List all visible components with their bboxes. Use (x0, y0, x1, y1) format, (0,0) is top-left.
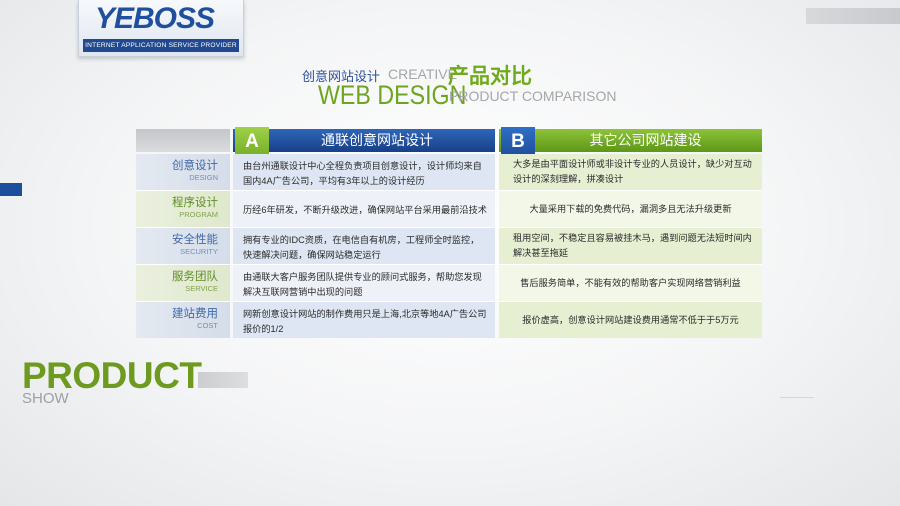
cell-b: 售后服务简单，不能有效的帮助客户实现网络营销利益 (499, 265, 762, 301)
row-label: 创意设计 DESIGN (136, 154, 230, 190)
row-label-cn: 安全性能 (172, 234, 218, 246)
column-title-b: 其它公司网站建设 (589, 132, 702, 148)
row-label-en: SECURITY (180, 247, 218, 256)
table-row: 程序设计 PROGRAM 历经6年研发，不断升级改进，确保网站平台采用最前沿技术… (136, 191, 762, 227)
cell-b: 报价虚高，创意设计网站建设费用通常不低于于5万元 (499, 302, 762, 338)
row-label-en: SERVICE (185, 284, 218, 293)
row-label-cn: 程序设计 (172, 197, 218, 209)
column-header-b: 其它公司网站建设 (499, 129, 762, 152)
row-label-cn: 创意设计 (172, 160, 218, 172)
cell-a: 网新创意设计网站的制作费用只是上海,北京等地4A广告公司报价的1/2 (233, 302, 495, 338)
cell-a: 拥有专业的IDC资质，在电信自有机房，工程师全时监控，快速解决问题，确保网站稳定… (233, 228, 495, 264)
comparison-table: 通联创意网站设计 其它公司网站建设 A B 创意设计 DESIGN 由台州通联设… (136, 127, 762, 342)
column-title-a: 通联创意网站设计 (321, 132, 433, 148)
table-row: 创意设计 DESIGN 由台州通联设计中心全程负责项目创意设计，设计师均来自国内… (136, 154, 762, 190)
row-label: 程序设计 PROGRAM (136, 191, 230, 227)
table-corner (136, 129, 230, 152)
heading-en-web-design: WEB DESIGN (318, 80, 467, 110)
decorative-bar (198, 372, 248, 388)
page-heading: 创意网站设计 CREATIVE 产品对比 WEB DESIGN PRODUCT … (0, 0, 900, 110)
cell-b: 租用空间，不稳定且容易被挂木马，遇到问题无法短时间内解决甚至拖延 (499, 228, 762, 264)
heading-en-product-comparison: PRODUCT COMPARISON (449, 88, 617, 104)
table-row: 建站费用 COST 网新创意设计网站的制作费用只是上海,北京等地4A广告公司报价… (136, 302, 762, 338)
cell-a: 由台州通联设计中心全程负责项目创意设计，设计师均来自国内4A广告公司，平均有3年… (233, 154, 495, 190)
row-label-en: COST (197, 321, 218, 330)
decorative-line (780, 397, 814, 398)
row-label: 建站费用 COST (136, 302, 230, 338)
cell-a: 由通联大客户服务团队提供专业的顾问式服务，帮助您发现解决互联网营销中出现的问题 (233, 265, 495, 301)
table-row: 安全性能 SECURITY 拥有专业的IDC资质，在电信自有机房，工程师全时监控… (136, 228, 762, 264)
row-label-en: PROGRAM (179, 210, 218, 219)
row-label: 服务团队 SERVICE (136, 265, 230, 301)
row-label-cn: 服务团队 (172, 271, 218, 283)
row-label-cn: 建站费用 (172, 308, 218, 320)
column-header-a: 通联创意网站设计 (233, 129, 495, 152)
decorative-square (0, 183, 22, 196)
cell-b: 大量采用下载的免费代码，漏洞多且无法升级更新 (499, 191, 762, 227)
cell-b: 大多是由平面设计师或非设计专业的人员设计，缺少对互动设计的深刻理解，拼凑设计 (499, 154, 762, 190)
table-row: 服务团队 SERVICE 由通联大客户服务团队提供专业的顾问式服务，帮助您发现解… (136, 265, 762, 301)
row-label-en: DESIGN (189, 173, 218, 182)
show-subtitle: SHOW (22, 390, 69, 407)
row-label: 安全性能 SECURITY (136, 228, 230, 264)
cell-a: 历经6年研发，不断升级改进，确保网站平台采用最前沿技术 (233, 191, 495, 227)
